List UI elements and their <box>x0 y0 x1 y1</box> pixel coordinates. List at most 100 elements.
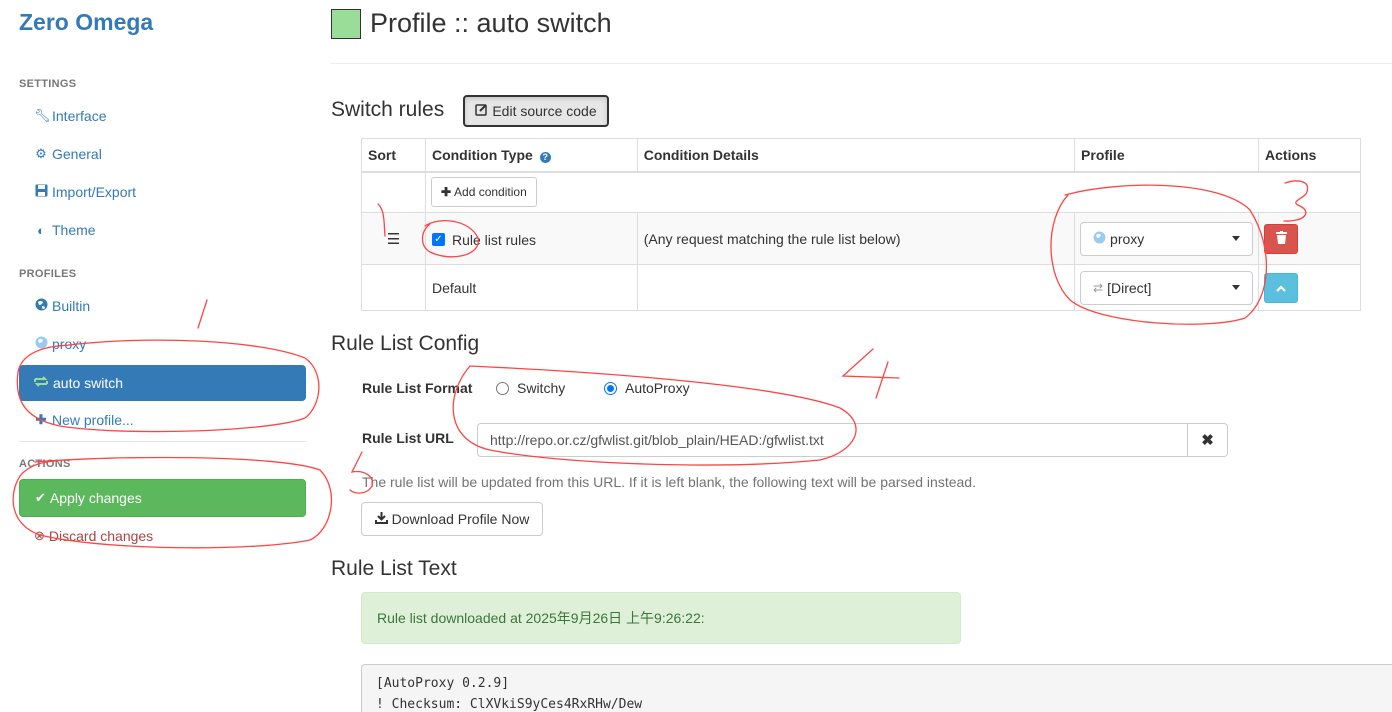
default-profile-select[interactable]: ⇄ [Direct] <box>1080 270 1254 305</box>
sidebar-item-label: proxy <box>52 336 87 352</box>
globe-icon <box>34 336 48 352</box>
clear-url-button[interactable]: ✖ <box>1188 423 1228 457</box>
sidebar: Zero Omega SETTINGS 🔧︎ Interface ⚙ Gener… <box>0 0 320 712</box>
edit-source-code-label: Edit source code <box>492 103 597 119</box>
condition-type-select[interactable]: ✓ Rule list rules <box>431 231 536 248</box>
format-radio-switchy[interactable]: Switchy <box>496 380 565 396</box>
help-icon[interactable]: ? <box>539 151 551 163</box>
sidebar-item-import-export[interactable]: Import/Export <box>34 184 136 200</box>
condition-type-label: Rule list rules <box>451 231 536 248</box>
sidebar-item-label: General <box>52 146 102 162</box>
globe-icon <box>1093 231 1106 247</box>
rule-list-config-heading: Rule List Config <box>331 332 480 355</box>
apply-changes-button[interactable]: ✔︎ Apply changes <box>19 479 306 517</box>
chevron-down-icon <box>1232 236 1241 241</box>
sidebar-item-new-profile[interactable]: ✚ New profile... <box>34 412 134 428</box>
profile-select[interactable]: proxy <box>1080 221 1254 256</box>
condition-type-cell: Default <box>424 264 638 311</box>
table-cell <box>1258 264 1361 311</box>
profile-select-label: [Direct] <box>1107 279 1152 296</box>
condition-details-cell <box>636 264 1076 311</box>
profile-color-swatch[interactable] <box>331 9 361 39</box>
sidebar-divider <box>19 441 306 442</box>
switch-icon <box>33 375 49 391</box>
edit-icon <box>475 103 488 119</box>
column-header-label: Condition Type <box>431 146 533 163</box>
page-title: Profile :: auto switch <box>370 8 612 38</box>
sidebar-item-interface[interactable]: 🔧︎ Interface <box>34 108 106 124</box>
rule-list-textarea[interactable]: [AutoProxy 0.2.9] ! Checksum: ClXVkiS9yC… <box>361 664 1392 712</box>
table-cell: ✚ Add condition <box>424 171 1362 213</box>
sidebar-item-label: auto switch <box>53 375 124 391</box>
format-radio-autoproxy[interactable]: AutoProxy <box>604 380 690 396</box>
settings-section-title: SETTINGS <box>19 78 77 90</box>
gear-icon: ⚙ <box>35 146 47 161</box>
profiles-section-title: PROFILES <box>19 268 77 280</box>
chevron-up-icon <box>1276 280 1286 295</box>
table-cell <box>361 264 426 311</box>
table-cell: ☰ <box>361 212 426 265</box>
radio-circle[interactable] <box>496 381 509 395</box>
direct-icon: ⇄ <box>1093 280 1104 295</box>
select-value: ⇄ [Direct] <box>1093 280 1151 296</box>
rule-list-help-text: The rule list will be updated from this … <box>362 474 976 490</box>
close-circle-icon: ⊗ <box>34 528 45 543</box>
rule-list-url-input[interactable] <box>477 423 1188 457</box>
table-header-row: Sort Condition Type ? Condition Details … <box>361 138 1361 173</box>
discard-changes-label: Discard changes <box>48 528 154 544</box>
add-condition-button[interactable]: ✚ Add condition <box>430 177 537 208</box>
move-up-button[interactable] <box>1264 272 1299 303</box>
table-cell: ✓ Rule list rules <box>424 212 638 265</box>
sidebar-item-label: Builtin <box>52 298 91 314</box>
table-row: Default ⇄ [Direct] <box>361 264 1361 311</box>
profile-select-label: proxy <box>1110 230 1145 247</box>
radio-circle[interactable] <box>604 381 617 395</box>
column-header-profile: Profile <box>1074 138 1260 173</box>
table-cell: ⇄ [Direct] <box>1074 264 1260 311</box>
column-header-condition-type: Condition Type ? <box>424 138 638 173</box>
rule-list-format-label: Rule List Format <box>362 380 473 396</box>
sidebar-item-general[interactable]: ⚙ General <box>34 146 102 162</box>
actions-section-title: ACTIONS <box>19 458 71 470</box>
close-icon: ✖ <box>1201 432 1214 449</box>
column-header-condition-details: Condition Details <box>636 138 1076 173</box>
brand-title[interactable]: Zero Omega <box>19 9 153 36</box>
sidebar-item-theme[interactable]: ◐ Theme <box>34 222 96 238</box>
table-row: ✚ Add condition <box>361 171 1362 213</box>
sidebar-item-label: Import/Export <box>52 184 137 200</box>
radio-label: Switchy <box>517 380 566 396</box>
table-cell <box>1258 212 1361 265</box>
trash-icon <box>1275 230 1287 247</box>
sort-handle-icon[interactable]: ☰ <box>387 231 400 248</box>
edit-source-code-button[interactable]: Edit source code <box>463 95 609 127</box>
floppy-icon <box>34 184 48 200</box>
sidebar-item-proxy[interactable]: proxy <box>34 336 86 352</box>
apply-changes-label: Apply changes <box>49 490 142 506</box>
contrast-icon: ◐ <box>37 222 45 238</box>
delete-rule-button[interactable] <box>1264 223 1299 254</box>
plus-icon: ✚ <box>440 185 452 200</box>
switch-rules-table: Sort Condition Type ? Condition Details … <box>361 138 1362 311</box>
plus-icon: ✚ <box>35 412 47 427</box>
rule-enabled-checkbox[interactable]: ✓ <box>431 233 445 247</box>
add-condition-label: Add condition <box>454 185 527 200</box>
sidebar-item-builtin[interactable]: Builtin <box>34 298 90 314</box>
chevron-down-icon <box>1232 285 1241 290</box>
column-header-sort: Sort <box>361 138 426 173</box>
sidebar-item-label: Theme <box>52 222 96 238</box>
column-header-actions: Actions <box>1258 138 1361 173</box>
wrench-icon: 🔧︎ <box>34 108 51 123</box>
condition-details-cell: (Any request matching the rule list belo… <box>636 212 1076 265</box>
sidebar-item-auto-switch[interactable]: auto switch <box>19 365 306 401</box>
download-profile-button[interactable]: Download Profile Now <box>361 502 543 536</box>
sidebar-item-label: Interface <box>52 108 107 124</box>
sidebar-item-label: New profile... <box>52 412 134 428</box>
select-value: proxy <box>1093 231 1144 247</box>
switch-rules-heading: Switch rules <box>331 98 445 121</box>
globe-icon <box>34 298 48 314</box>
table-cell: proxy <box>1074 212 1260 265</box>
rule-list-url-label: Rule List URL <box>362 430 454 446</box>
discard-changes-button[interactable]: ⊗ Discard changes <box>34 528 153 544</box>
rule-list-url-group: ✖ <box>477 423 1228 457</box>
rule-list-text-heading: Rule List Text <box>331 557 457 580</box>
